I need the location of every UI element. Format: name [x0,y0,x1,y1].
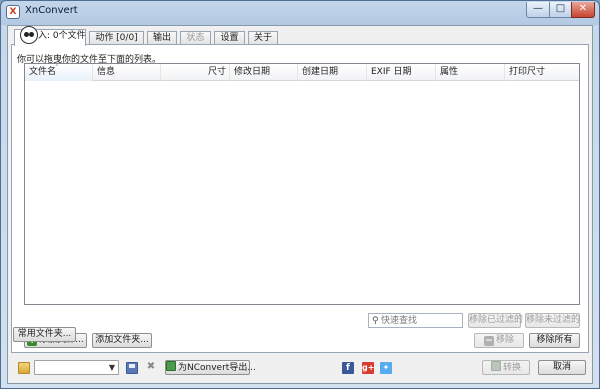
sort-arrow-icon: ˄ [55,64,59,72]
panda-mascot-icon [20,26,38,44]
maximize-button[interactable]: □ [549,2,572,18]
app-window: X XnConvert — □ ✕ 输入: 0个文件 动作 [0/0] 输出 状… [0,0,600,389]
tab-actions[interactable]: 动作 [0/0] [89,31,144,45]
google-plus-icon[interactable]: g+ [362,362,374,374]
delete-icon[interactable]: ✖ [145,361,157,373]
preset-select[interactable]: ▼ [34,360,119,375]
remove-icon: − [483,336,494,346]
bottom-bar: ▼ ✖ 为NConvert导出... f g+ ✦ 转换 取消 [8,355,592,383]
convert-icon [490,361,501,371]
column-exif-date[interactable]: EXIF 日期 [367,64,436,81]
window-title: XnConvert [25,5,78,16]
column-info[interactable]: 信息 [93,64,161,81]
quick-search[interactable]: ⚲ [368,313,463,328]
column-size[interactable]: 尺寸 [161,64,230,81]
remove-unfiltered-button[interactable]: 移除未过滤的 [525,313,580,328]
quick-search-input[interactable] [381,314,461,327]
file-list[interactable]: ˄ 文件名 信息 尺寸 修改日期 创建日期 EXIF 日期 属性 打印尺寸 [24,63,580,305]
column-filename[interactable]: ˄ 文件名 [25,64,93,81]
export-icon [166,361,176,371]
common-folders-button[interactable]: 常用文件夹... [13,327,76,342]
file-list-header: ˄ 文件名 信息 尺寸 修改日期 创建日期 EXIF 日期 属性 打印尺寸 [25,64,579,81]
tab-status[interactable]: 状态 [180,31,211,45]
facebook-icon[interactable]: f [342,362,354,374]
save-icon[interactable] [126,362,138,374]
remove-filtered-button[interactable]: 移除已过滤的 [468,313,523,328]
cancel-button[interactable]: 取消 [538,360,586,375]
convert-button[interactable]: 转换 [482,360,530,375]
input-tab-panel: 你可以拖曳你的文件至下面的列表。 ˄ 文件名 信息 尺寸 修改日期 创建日期 E… [11,44,589,353]
folder-icon[interactable] [18,362,30,374]
tab-settings[interactable]: 设置 [214,31,245,45]
search-icon: ⚲ [372,316,379,326]
tab-output[interactable]: 输出 [147,31,177,45]
add-folder-button[interactable]: 添加文件夹... [92,333,152,348]
remove-button[interactable]: − 移除 [474,333,524,348]
minimize-button[interactable]: — [526,2,550,18]
main-panel: 输入: 0个文件 动作 [0/0] 输出 状态 设置 关于 你可以拖曳你的文件至… [7,25,593,384]
column-attributes[interactable]: 属性 [436,64,505,81]
column-print-size[interactable]: 打印尺寸 [505,64,579,81]
remove-all-button[interactable]: 移除所有 [529,333,580,348]
column-modified-date[interactable]: 修改日期 [230,64,298,81]
export-nconvert-button[interactable]: 为NConvert导出... [165,360,256,375]
app-logo-icon: X [6,5,20,19]
twitter-icon[interactable]: ✦ [380,362,392,374]
chevron-down-icon: ▼ [108,363,115,372]
column-created-date[interactable]: 创建日期 [298,64,367,81]
tab-about[interactable]: 关于 [248,31,278,45]
close-button[interactable]: ✕ [571,2,595,18]
title-bar[interactable]: X XnConvert — □ ✕ [1,1,599,23]
